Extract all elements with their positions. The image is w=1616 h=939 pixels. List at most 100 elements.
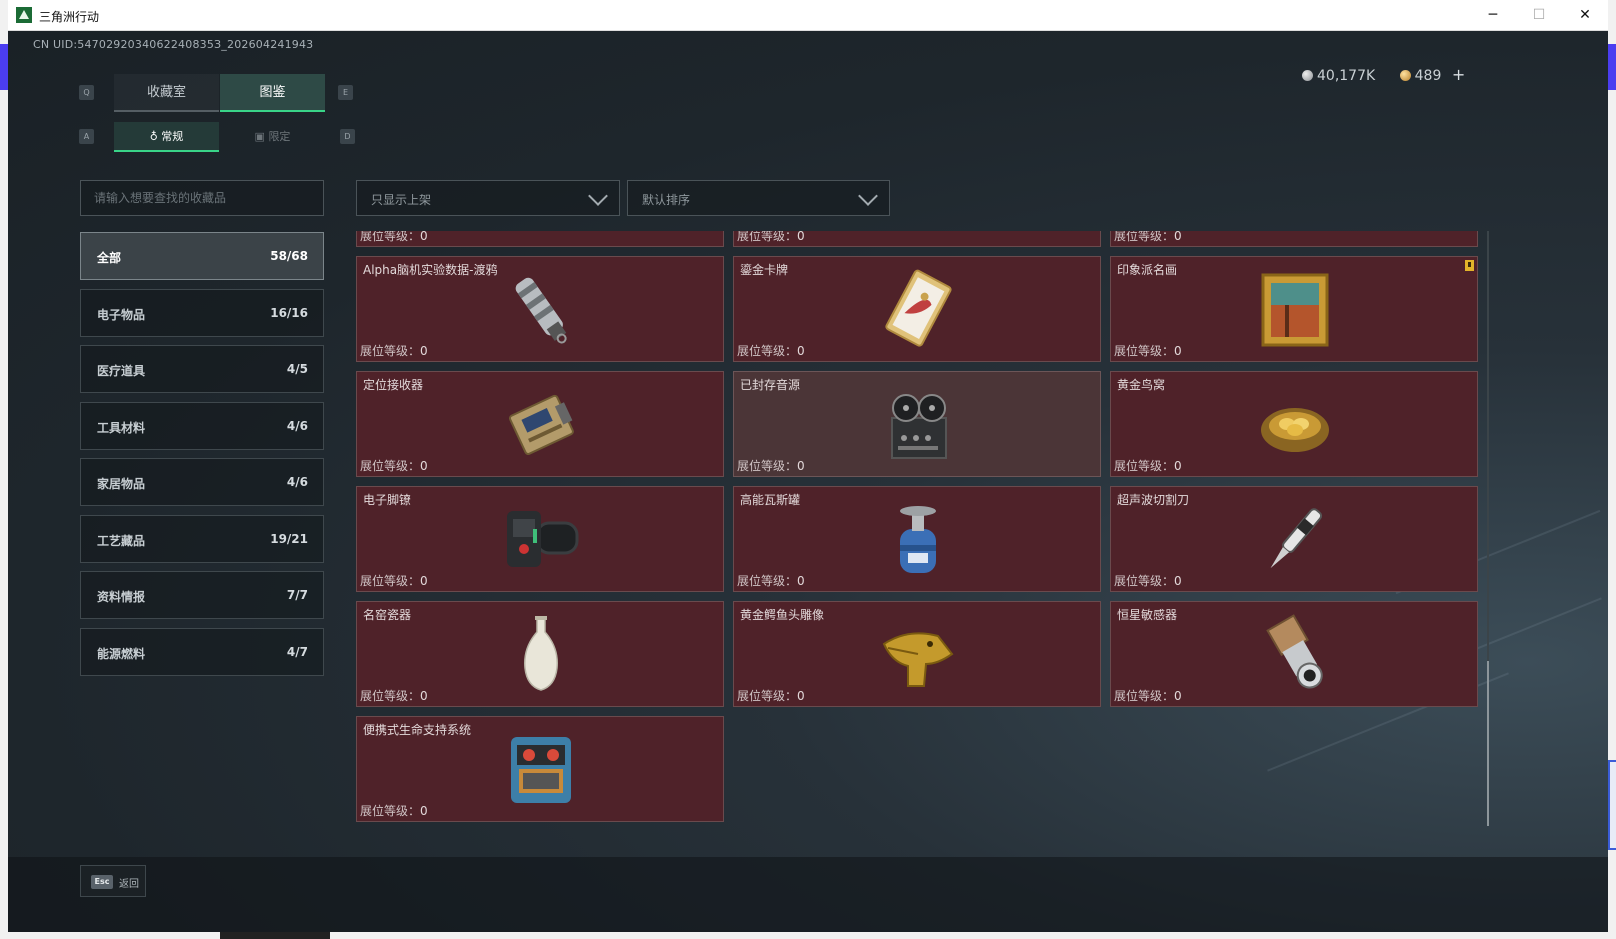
booth-level: 展位等级：0 — [360, 572, 428, 589]
category-item[interactable]: 全部 58/68 — [80, 232, 324, 280]
collection-item-card[interactable]: 便携式生命支持系统 展位等级：0 — [356, 716, 724, 822]
tab-collection-room[interactable]: 收藏室 — [114, 74, 219, 112]
category-name: 医疗道具 — [97, 364, 146, 378]
category-item[interactable]: 医疗道具 4/5 — [80, 345, 324, 393]
category-item[interactable]: 家居物品 4/6 — [80, 458, 324, 506]
golden-crocodile-icon — [878, 614, 958, 694]
category-count: 4/6 — [286, 475, 308, 489]
limited-icon: ▣ — [254, 130, 269, 143]
partial-item-icon — [1255, 231, 1335, 234]
item-name: 名窑瓷器 — [363, 608, 412, 622]
category-list: 全部 58/68 电子物品 16/16 医疗道具 4/5 工具材料 4/6 家居物品 4/6 工艺藏… — [80, 232, 324, 684]
category-item[interactable]: 能源燃料 4/7 — [80, 627, 324, 676]
life-support-icon — [501, 729, 581, 809]
collection-item-card[interactable]: 展位等级：0 — [1110, 231, 1478, 247]
desktop-accent — [1608, 44, 1616, 90]
sort-dropdown-label: 默认排序 — [642, 193, 691, 207]
search-input[interactable] — [81, 181, 323, 215]
maximize-button[interactable]: ☐ — [1516, 0, 1562, 31]
item-name: 定位接收器 — [363, 378, 424, 392]
tab-normal[interactable]: ♁ 常规 — [114, 122, 219, 152]
category-count: 7/7 — [286, 588, 308, 602]
collection-item-card[interactable]: 黄金鳄鱼头雕像 展位等级：0 — [733, 601, 1101, 707]
collection-item-card[interactable]: 展位等级：0 — [733, 231, 1101, 247]
category-name: 资料情报 — [97, 590, 146, 604]
grid-scrollbar[interactable] — [1487, 231, 1489, 826]
booth-level: 展位等级：0 — [360, 687, 428, 704]
desktop-window-edge — [1608, 760, 1616, 850]
add-currency-button[interactable]: + — [1452, 65, 1465, 84]
ankle-monitor-icon — [501, 499, 581, 579]
category-name: 能源燃料 — [97, 646, 146, 661]
booth-level: 展位等级：0 — [1114, 687, 1182, 704]
category-item[interactable]: 工具材料 4/6 — [80, 401, 324, 450]
collection-item-card[interactable]: 电子脚镣 展位等级：0 — [356, 486, 724, 592]
booth-level: 展位等级：0 — [1114, 457, 1182, 474]
game-viewport: CN UID:5470292034062240835З_202604241943… — [8, 31, 1608, 932]
item-name: 已封存音源 — [740, 378, 801, 392]
booth-level-label: 展位等级： — [737, 689, 798, 703]
item-name: 黄金鸟窝 — [1117, 378, 1166, 392]
booth-level-value: 0 — [420, 344, 428, 358]
booth-level-label: 展位等级： — [737, 231, 798, 243]
locator-receiver-icon — [501, 384, 581, 464]
tab-limited-label: 限定 — [268, 130, 291, 143]
category-name: 工具材料 — [97, 420, 146, 435]
title-bar[interactable]: 三角洲行动 ─ ☐ ✕ — [8, 0, 1608, 31]
collection-item-card[interactable]: Alpha脑机实验数据-渡鸦 展位等级：0 — [356, 256, 724, 362]
data-canister-icon — [501, 269, 581, 349]
porcelain-vase-icon — [501, 614, 581, 694]
search-box[interactable] — [80, 180, 324, 216]
category-name: 家居物品 — [97, 477, 146, 491]
close-button[interactable]: ✕ — [1562, 0, 1608, 31]
item-name: 恒星敏感器 — [1117, 608, 1178, 622]
bottom-bar — [8, 857, 1608, 932]
alert-flag-icon — [1465, 260, 1474, 271]
golden-nest-icon — [1255, 384, 1335, 464]
tab-catalog[interactable]: 图鉴 — [220, 74, 325, 112]
booth-level: 展位等级：0 — [737, 572, 805, 589]
collection-item-card[interactable]: 高能瓦斯罐 展位等级：0 — [733, 486, 1101, 592]
collection-item-card[interactable]: 鎏金卡牌 展位等级：0 — [733, 256, 1101, 362]
back-button[interactable]: Esc 返回 — [80, 865, 146, 897]
game-window: 三角洲行动 ─ ☐ ✕ CN UID:5470292034062240835З_… — [8, 0, 1608, 932]
next-subtab-key-hint: D — [340, 129, 355, 144]
collection-item-card[interactable]: 定位接收器展位等级：0 — [356, 371, 724, 477]
category-name: 电子物品 — [97, 307, 146, 322]
category-item[interactable]: 资料情报 7/7 — [80, 571, 324, 619]
category-item[interactable]: 工艺藏品 19/21 — [80, 514, 324, 563]
booth-level-value: 0 — [1174, 689, 1182, 703]
filter-dropdown[interactable]: 只显示上架 — [356, 180, 620, 216]
minimize-button[interactable]: ─ — [1470, 0, 1516, 31]
collection-item-card[interactable]: 超声波切割刀 展位等级：0 — [1110, 486, 1478, 592]
category-item[interactable]: 电子物品 16/16 — [80, 288, 324, 337]
collection-grid: 展位等级：0 展位等级：0 展位等级：0 Alpha脑机实验数据-渡鸦 展位等级：0 鎏金… — [356, 231, 1481, 856]
tab-limited[interactable]: ▣ 限定 — [220, 122, 325, 152]
chevron-down-icon — [588, 186, 608, 206]
gilded-card-icon — [878, 269, 958, 349]
scrollbar-thumb[interactable] — [1487, 661, 1489, 826]
chevron-down-icon — [858, 186, 878, 206]
collection-item-card[interactable]: 恒星敏感器展位等级：0 — [1110, 601, 1478, 707]
desktop: 三角洲行动 ─ ☐ ✕ CN UID:5470292034062240835З_… — [0, 0, 1616, 939]
booth-level-label: 展位等级： — [360, 804, 421, 818]
category-count: 19/21 — [270, 531, 308, 546]
collection-item-card[interactable]: 名窑瓷器展位等级：0 — [356, 601, 724, 707]
booth-level: 展位等级：0 — [360, 457, 428, 474]
collection-item-card[interactable]: 黄金鸟窝展位等级：0 — [1110, 371, 1478, 477]
booth-level: 展位等级：0 — [360, 231, 428, 244]
booth-level-label: 展位等级： — [1114, 459, 1175, 473]
prev-tab-key-hint: Q — [79, 85, 94, 100]
item-name: 鎏金卡牌 — [740, 263, 789, 277]
booth-level-value: 0 — [1174, 574, 1182, 588]
category-name: 全部 — [97, 251, 122, 265]
booth-level-label: 展位等级： — [1114, 344, 1175, 358]
collection-item-card[interactable]: 已封存音源 展位等级：0 — [733, 371, 1101, 477]
sort-dropdown[interactable]: 默认排序 — [627, 180, 890, 216]
collection-item-card[interactable]: 展位等级：0 — [356, 231, 724, 247]
collection-item-card[interactable]: 印象派名画 展位等级：0 — [1110, 256, 1478, 362]
booth-level: 展位等级：0 — [737, 231, 805, 244]
booth-level: 展位等级：0 — [360, 342, 428, 359]
booth-level-value: 0 — [797, 689, 805, 703]
silver-coin-icon — [1302, 70, 1313, 81]
